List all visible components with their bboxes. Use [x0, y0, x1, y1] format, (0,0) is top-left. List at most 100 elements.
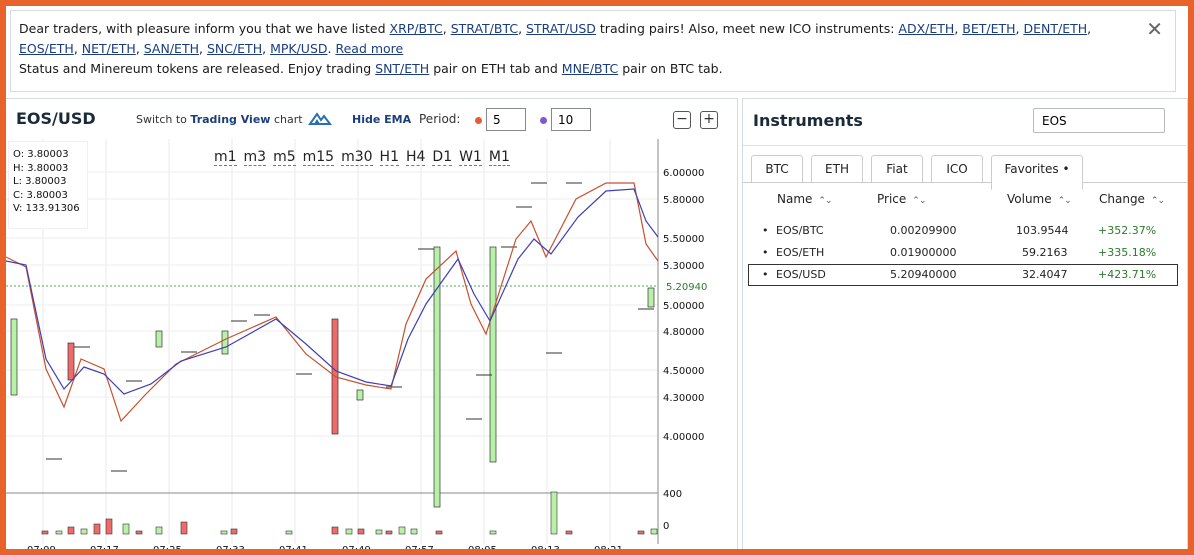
ohlc-readout: O: 3.80003 H: 3.80003 L: 3.80003 C: 3.80…: [8, 141, 88, 229]
volume-bar: [435, 530, 443, 535]
ohlc-volume: V: 133.91306: [13, 203, 80, 214]
price-tick-label: 4.30000: [663, 393, 704, 404]
candle: [221, 330, 229, 355]
period-label: Period:: [419, 112, 461, 126]
timeframe-d1[interactable]: D1: [432, 149, 453, 166]
volume-bar: [55, 530, 63, 535]
link-san-eth[interactable]: SAN/ETH: [144, 41, 199, 56]
period1-dot-icon: [475, 117, 482, 124]
bullet-icon: •: [762, 268, 769, 281]
volume-bar: [122, 523, 130, 535]
timeframe-m5[interactable]: m5: [273, 149, 296, 166]
time-tick-label: 07:09: [27, 545, 56, 549]
time-tick-label: 07:33: [216, 545, 245, 549]
instrument-table-header: Name ⌃⌄ Price ⌃⌄ Volume ⌃⌄ Change ⌃⌄: [743, 189, 1188, 215]
hide-ema-button[interactable]: Hide EMA: [352, 113, 411, 126]
period2-input[interactable]: [551, 108, 591, 131]
sort-icon: ⌃⌄: [1150, 196, 1165, 206]
read-more-link[interactable]: Read more: [335, 41, 403, 56]
volume-bar: [331, 526, 339, 535]
time-tick-label: 08:13: [531, 545, 560, 549]
volume-bar: [285, 530, 293, 535]
volume-bar: [650, 528, 658, 535]
header-change[interactable]: Change ⌃⌄: [1099, 192, 1165, 206]
link-eos-eth[interactable]: EOS/ETH: [19, 41, 74, 56]
volume-bar: [67, 526, 75, 535]
volume-tick-label: 400: [663, 489, 682, 500]
bullet-icon: •: [762, 224, 769, 237]
timeframe-w1[interactable]: W1: [459, 149, 482, 166]
instrument-tabs: BTC ETH Fiat ICO Favorites •: [743, 145, 1188, 190]
tab-favorites[interactable]: Favorites •: [991, 155, 1083, 190]
link-dent-eth[interactable]: DENT/ETH: [1023, 21, 1087, 36]
timeframe-m1[interactable]: m1: [214, 149, 237, 166]
timeframe-m30[interactable]: m30: [341, 149, 373, 166]
candlestick-chart[interactable]: 6.00000 5.80000 5.50000 5.30000 5.00000 4.800…: [6, 139, 738, 549]
ohlc-low: L: 3.80003: [13, 176, 67, 187]
current-price-label: 5.20940: [666, 282, 707, 293]
volume-bar: [357, 528, 365, 535]
timeframe-h1[interactable]: H1: [379, 149, 399, 166]
announcement-line1: Dear traders, with pleasure inform you t…: [19, 21, 1092, 56]
timeframe-m3[interactable]: m3: [243, 149, 267, 166]
price-tick-label: 4.80000: [663, 327, 704, 338]
candle: [356, 389, 364, 401]
tradingview-icon[interactable]: [308, 110, 332, 126]
tab-eth[interactable]: ETH: [811, 155, 863, 183]
header-price[interactable]: Price ⌃⌄: [877, 192, 926, 206]
timeframe-m15[interactable]: m15: [302, 149, 335, 166]
price-tick-label: 5.80000: [663, 195, 704, 206]
ohlc-high: H: 3.80003: [13, 162, 69, 174]
price-tick-label: 5.50000: [663, 234, 704, 245]
tab-fiat[interactable]: Fiat: [871, 155, 923, 183]
link-strat-usd[interactable]: STRAT/USD: [526, 21, 596, 36]
volume-bar: [565, 530, 573, 535]
ohlc-open: O: 3.80003: [13, 149, 69, 160]
link-adx-eth[interactable]: ADX/ETH: [898, 21, 954, 36]
time-tick-label: 08:21: [594, 545, 623, 549]
instruments-title: Instruments: [753, 111, 863, 130]
volume-bar: [80, 528, 88, 535]
candle: [155, 330, 163, 348]
zoom-out-button[interactable]: −: [673, 111, 691, 129]
timeframe-mn1[interactable]: M1: [488, 149, 510, 166]
link-snt-eth[interactable]: SNT/ETH: [375, 61, 429, 76]
close-icon[interactable]: ✕: [1146, 19, 1163, 39]
volume-bar: [105, 518, 113, 535]
price-tick-label: 4.00000: [663, 432, 704, 443]
price-tick-label: 6.00000: [663, 168, 704, 179]
instrument-search-input[interactable]: [1033, 108, 1165, 133]
sort-icon: ⌃⌄: [818, 196, 832, 206]
link-bet-eth[interactable]: BET/ETH: [962, 21, 1015, 36]
time-tick-label: 07:25: [153, 545, 182, 549]
link-net-eth[interactable]: NET/ETH: [82, 41, 136, 56]
volume-tick-label: 0: [663, 521, 669, 532]
link-xrp-btc[interactable]: XRP/BTC: [390, 21, 443, 36]
link-mpk-usd[interactable]: MPK/USD: [270, 41, 327, 56]
candle: [10, 318, 18, 396]
period1-input[interactable]: [486, 108, 526, 131]
link-mne-btc[interactable]: MNE/BTC: [562, 61, 618, 76]
sort-icon: ⌃⌄: [1057, 196, 1072, 206]
header-name[interactable]: Name ⌃⌄: [777, 192, 833, 206]
announcement-line2: Status and Minereum tokens are released.…: [19, 61, 723, 76]
link-snc-eth[interactable]: SNC/ETH: [207, 41, 262, 56]
switch-tradingview-link[interactable]: Switch to Trading View chart: [136, 113, 303, 126]
instrument-row[interactable]: • EOS/BTC 0.00209900 103.9544 +352.37%: [748, 220, 1178, 242]
volume-bar: [375, 529, 383, 535]
header-volume[interactable]: Volume ⌃⌄: [1007, 192, 1072, 206]
chart-symbol: EOS/USD: [16, 109, 96, 128]
volume-bar: [410, 528, 418, 535]
sort-icon: ⌃⌄: [912, 196, 926, 206]
zoom-in-button[interactable]: +: [700, 111, 718, 129]
instrument-row-selected[interactable]: • EOS/USD 5.20940000 32.4047 +423.71%: [748, 264, 1178, 286]
link-strat-btc[interactable]: STRAT/BTC: [451, 21, 518, 36]
tab-ico[interactable]: ICO: [931, 155, 983, 183]
timeframe-h4[interactable]: H4: [405, 149, 426, 166]
announcement-banner: Dear traders, with pleasure inform you t…: [10, 10, 1176, 92]
tab-btc[interactable]: BTC: [751, 155, 803, 183]
instrument-row[interactable]: • EOS/ETH 0.01900000 59.2163 +335.18%: [748, 242, 1178, 264]
volume-bar: [155, 526, 163, 535]
ohlc-close: C: 3.80003: [13, 189, 68, 201]
chart-header: EOS/USD Switch to Trading View chart Hid…: [6, 99, 738, 139]
